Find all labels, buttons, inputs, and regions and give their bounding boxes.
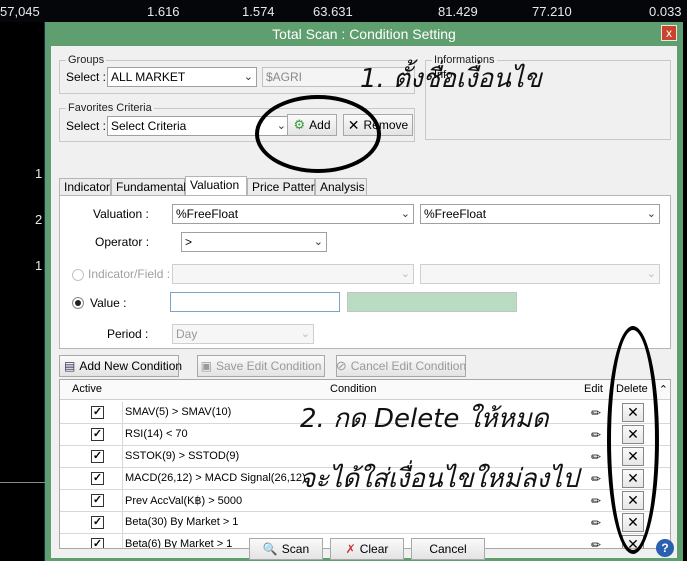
groups-legend: Groups [66, 54, 107, 66]
header-condition: Condition [330, 383, 377, 395]
tab-analysis[interactable]: Analysis [315, 178, 367, 196]
tab-price-pattern[interactable]: Price Pattern [247, 178, 321, 196]
condition-cell: Beta(30) By Market > 1 [122, 512, 582, 534]
value-input[interactable] [170, 292, 340, 312]
close-button[interactable]: x [661, 25, 677, 41]
tab-fundamental[interactable]: Fundamental [111, 178, 186, 196]
add-new-condition-button[interactable]: ▤ Add New Condition [59, 355, 183, 377]
window-title: Total Scan : Condition Setting [272, 26, 456, 42]
add-new-label: Add New Condition [79, 359, 183, 373]
active-checkbox[interactable]: ✓ [91, 494, 104, 507]
background-row-number: 2 [35, 212, 43, 227]
favorites-legend: Favorites Criteria [66, 102, 154, 114]
edit-pencil-icon[interactable]: ✏ [588, 427, 604, 443]
chevron-down-icon: ⌄ [243, 71, 253, 83]
clear-icon: ✗ [345, 542, 356, 556]
operator-label: Operator : [95, 235, 150, 249]
background-row-number: 1 [35, 166, 43, 181]
tab-valuation[interactable]: Valuation [185, 176, 247, 196]
favorites-select-label: Select : [66, 119, 107, 133]
operator-dropdown[interactable]: > ⌄ [181, 232, 327, 252]
indicator-field2-dropdown[interactable]: ⌄ [420, 264, 660, 284]
annotation-circle-delete [607, 326, 659, 554]
active-checkbox[interactable]: ✓ [91, 406, 104, 419]
valuation-field-selected: %FreeFloat [424, 207, 487, 221]
annotation-circle-add [255, 95, 381, 173]
valuation-panel: Valuation : %FreeFloat ⌄ %FreeFloat ⌄ Op… [59, 195, 671, 349]
edit-pencil-icon[interactable]: ✏ [588, 493, 604, 509]
valuation-selected: %FreeFloat [176, 207, 239, 221]
ticker-bar: 57,045 1.616 1.574 63.631 81.429 77.210 … [0, 0, 687, 22]
save-icon: ▣ [200, 359, 212, 373]
edit-pencil-icon[interactable]: ✏ [588, 537, 604, 548]
ticker-value: 63.631 [313, 4, 353, 19]
cancel-edit-label: Cancel Edit Condition [350, 359, 467, 373]
ticker-value: 1.616 [147, 4, 180, 19]
annotation-step-1: 1. ตั้งชื่อเงื่อนไข [360, 64, 542, 94]
value-radio[interactable] [72, 297, 84, 309]
edit-pencil-icon[interactable]: ✏ [588, 449, 604, 465]
cancel-circle-icon: ⊘ [335, 358, 347, 373]
chevron-down-icon: ⌄ [646, 268, 656, 280]
valuation-label: Valuation : [93, 207, 149, 221]
header-edit: Edit [584, 383, 603, 395]
table-header: Active Condition Edit Delete ⌃ [60, 380, 670, 400]
edit-pencil-icon[interactable]: ✏ [588, 471, 604, 487]
header-active: Active [72, 383, 102, 395]
active-checkbox[interactable]: ✓ [91, 516, 104, 529]
edit-pencil-icon[interactable]: ✏ [588, 405, 604, 421]
value-color-box[interactable] [347, 292, 517, 312]
period-selected: Day [176, 327, 198, 341]
annotation-step-2-detail: จะได้ใส่เงื่อนไขใหม่ลงไป [300, 464, 579, 494]
value-label: Value : [90, 296, 127, 310]
title-bar[interactable]: Total Scan : Condition Setting x [45, 22, 683, 46]
chevron-down-icon: ⌄ [400, 268, 410, 280]
background-row-number: 1 [35, 258, 43, 273]
scan-label: Scan [281, 542, 310, 556]
indicator-field-radio[interactable] [72, 269, 84, 281]
edit-pencil-icon[interactable]: ✏ [588, 515, 604, 531]
scan-button[interactable]: 🔍 Scan [249, 538, 323, 560]
active-checkbox[interactable]: ✓ [91, 428, 104, 441]
active-checkbox[interactable]: ✓ [91, 472, 104, 485]
cancel-button[interactable]: Cancel [411, 538, 485, 560]
favorites-selected: Select Criteria [111, 119, 187, 133]
save-edit-label: Save Edit Condition [215, 359, 322, 373]
ticker-value: 57,045 [0, 4, 40, 19]
active-checkbox[interactable]: ✓ [91, 538, 104, 548]
period-label: Period : [107, 327, 149, 341]
period-dropdown[interactable]: Day ⌄ [172, 324, 314, 344]
scroll-up-icon[interactable]: ⌃ [659, 383, 668, 396]
groups-dropdown[interactable]: ALL MARKET ⌄ [107, 67, 257, 87]
cancel-edit-condition-button[interactable]: ⊘ Cancel Edit Condition [336, 355, 466, 377]
clear-button[interactable]: ✗ Clear [330, 538, 404, 560]
indicator-field-label: Indicator/Field : [88, 267, 171, 281]
list-add-icon: ▤ [64, 359, 76, 373]
valuation-field-dropdown[interactable]: %FreeFloat ⌄ [420, 204, 660, 224]
groups-selected: ALL MARKET [111, 70, 186, 84]
annotation-step-2: 2. กด Delete ให้หมด [300, 404, 549, 434]
active-checkbox[interactable]: ✓ [91, 450, 104, 463]
ticker-value: 0.033 [649, 4, 682, 19]
tab-indicator[interactable]: Indicator [59, 178, 111, 196]
operator-selected: > [185, 235, 193, 249]
ticker-value: 77.210 [532, 4, 572, 19]
chevron-down-icon: ⌄ [646, 208, 656, 220]
valuation-dropdown[interactable]: %FreeFloat ⌄ [172, 204, 414, 224]
ticker-value: 81.429 [438, 4, 478, 19]
chevron-down-icon: ⌄ [400, 208, 410, 220]
groups-select-label: Select : [66, 70, 107, 84]
chevron-down-icon: ⌄ [300, 328, 310, 340]
chevron-down-icon: ⌄ [313, 236, 323, 248]
cancel-label: Cancel [429, 542, 467, 556]
ticker-value: 1.574 [242, 4, 275, 19]
save-edit-condition-button[interactable]: ▣ Save Edit Condition [197, 355, 325, 377]
clear-label: Clear [359, 542, 389, 556]
magnifier-icon: 🔍 [262, 542, 278, 556]
help-icon[interactable]: ? [656, 539, 674, 557]
background-line [0, 482, 45, 483]
indicator-field-dropdown[interactable]: ⌄ [172, 264, 414, 284]
table-row[interactable]: ✓ Beta(30) By Market > 1 ✏ ✕ [60, 512, 670, 534]
